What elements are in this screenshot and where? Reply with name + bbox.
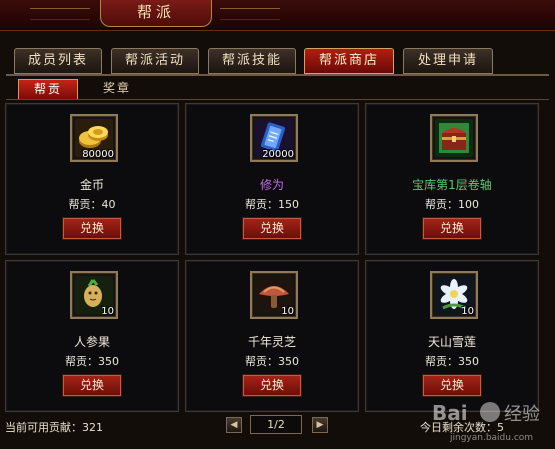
item-slot[interactable]: 80000 <box>70 114 118 162</box>
item-name: 宝库第1层卷轴 <box>412 178 492 192</box>
item-quantity: 20000 <box>262 149 294 160</box>
item-name: 金币 <box>79 178 104 192</box>
exchange-button[interactable]: 兑换 <box>242 374 302 397</box>
item-cost: 帮贡：40 <box>68 198 116 211</box>
shop-item-card: 宝库第1层卷轴 帮贡：100 兑换 <box>365 103 539 255</box>
tab-guild-activities[interactable]: 帮派活动 <box>111 48 199 74</box>
arrow-right-icon[interactable]: ▶ <box>312 417 328 433</box>
exchange-button[interactable]: 兑换 <box>62 374 122 397</box>
available-contribution: 当前可用贡献：321 <box>5 421 103 434</box>
item-slot[interactable] <box>430 114 478 162</box>
item-quantity: 10 <box>101 306 114 317</box>
item-quantity: 10 <box>281 306 294 317</box>
item-slot[interactable]: 20000 <box>250 114 298 162</box>
item-cost: 帮贡：100 <box>425 198 479 211</box>
page-indicator: 1/2 <box>250 415 302 434</box>
title-ornament-right <box>220 8 280 20</box>
baidu-jingyan-watermark: Bai 经验 jingyan.baidu.com <box>432 401 540 443</box>
tab-divider <box>6 74 549 76</box>
title-bar: 帮派 <box>0 0 555 31</box>
tab-guild-skills[interactable]: 帮派技能 <box>208 48 296 74</box>
exchange-button[interactable]: 兑换 <box>242 217 302 240</box>
svg-text:jingyan.baidu.com: jingyan.baidu.com <box>449 433 533 443</box>
shop-item-card: 10 千年灵芝 帮贡：350 兑换 <box>185 260 359 412</box>
tab-member-list[interactable]: 成员列表 <box>14 48 102 74</box>
svg-text:Bai: Bai <box>432 401 468 425</box>
shop-item-card: 80000 金币 帮贡：40 兑换 <box>5 103 179 255</box>
item-cost: 帮贡：150 <box>245 198 299 211</box>
item-slot[interactable]: 10 <box>250 271 298 319</box>
tab-guild-shop[interactable]: 帮派商店 <box>304 48 394 74</box>
item-quantity: 10 <box>461 306 474 317</box>
subtab-contribution[interactable]: 帮贡 <box>18 79 78 100</box>
item-slot[interactable]: 10 <box>70 271 118 319</box>
shop-item-card: 20000 修为 帮贡：150 兑换 <box>185 103 359 255</box>
exchange-button[interactable]: 兑换 <box>62 217 122 240</box>
subtab-divider <box>6 99 549 100</box>
item-name: 人参果 <box>73 335 110 349</box>
tab-handle-applications[interactable]: 处理申请 <box>403 48 493 74</box>
shop-item-card: 10 天山雪莲 帮贡：350 兑换 <box>365 260 539 412</box>
item-cost: 帮贡：350 <box>65 355 119 368</box>
item-cost: 帮贡：350 <box>425 355 479 368</box>
shop-item-card: 10 人参果 帮贡：350 兑换 <box>5 260 179 412</box>
item-name: 修为 <box>259 178 284 192</box>
exchange-button[interactable]: 兑换 <box>422 217 482 240</box>
item-name: 天山雪莲 <box>427 335 476 349</box>
window-title: 帮派 <box>100 0 212 27</box>
subtab-medal[interactable]: 奖章 <box>88 79 146 98</box>
item-cost: 帮贡：350 <box>245 355 299 368</box>
svg-text:经验: 经验 <box>504 404 540 425</box>
item-slot[interactable]: 10 <box>430 271 478 319</box>
guild-window: 帮派 成员列表 帮派活动 帮派技能 帮派商店 处理申请 帮贡 奖章 80000 … <box>0 0 555 449</box>
item-quantity: 80000 <box>82 149 114 160</box>
title-ornament-left <box>30 8 90 20</box>
shop-grid: 80000 金币 帮贡：40 兑换 20000 修为 帮贡：150 兑换 宝库第… <box>5 103 550 413</box>
item-name: 千年灵芝 <box>247 335 296 349</box>
treasure-chest-icon <box>435 119 473 157</box>
arrow-left-icon[interactable]: ◀ <box>226 417 242 433</box>
